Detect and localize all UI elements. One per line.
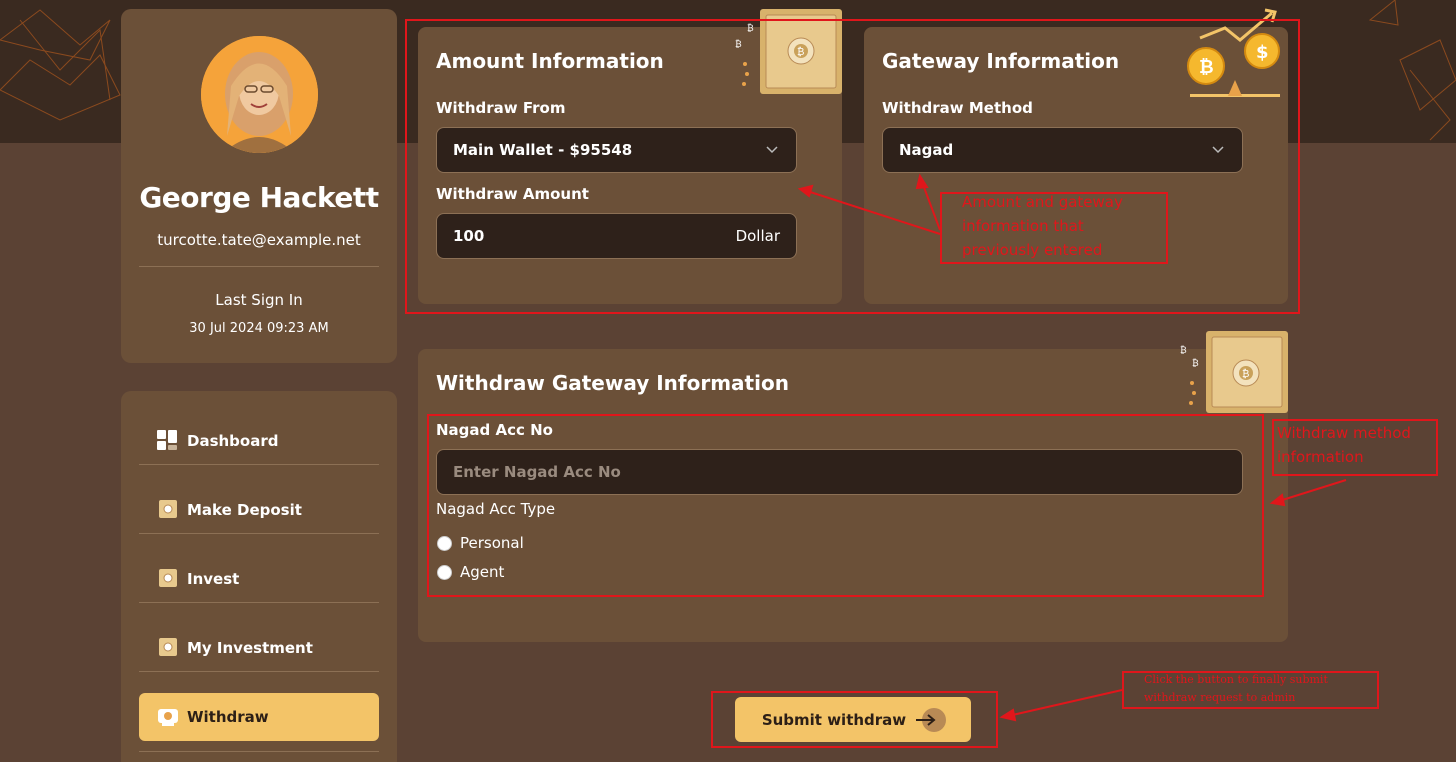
annotation-arrows <box>797 173 1347 722</box>
